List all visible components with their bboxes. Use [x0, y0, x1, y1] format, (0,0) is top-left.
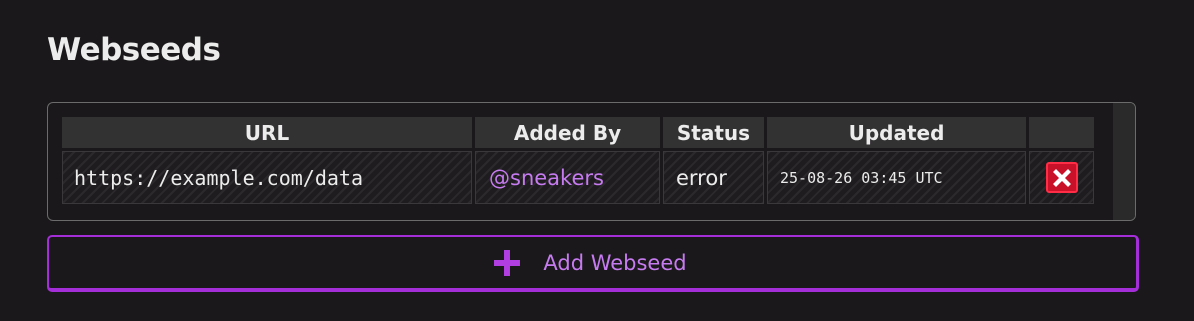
x-icon — [1052, 168, 1071, 187]
column-header-actions — [1029, 117, 1094, 148]
plus-icon — [494, 249, 521, 276]
cell-url: https://example.com/data — [62, 151, 472, 204]
cell-updated: 25-08-26 03:45 UTC — [767, 151, 1026, 204]
section-title: Webseeds — [47, 32, 221, 68]
user-link[interactable]: @sneakers — [476, 166, 659, 190]
webseeds-table-container: URL Added By Status Updated https://exam… — [47, 102, 1136, 221]
cell-actions — [1029, 151, 1094, 204]
delete-webseed-button[interactable] — [1045, 162, 1078, 193]
column-header-url: URL — [62, 117, 472, 148]
add-webseed-label: Add Webseed — [543, 250, 687, 275]
column-header-updated: Updated — [767, 117, 1026, 148]
table-header-row: URL Added By Status Updated — [62, 117, 1094, 148]
add-webseed-button[interactable]: Add Webseed — [47, 235, 1139, 292]
delete-wrapper — [1030, 162, 1093, 193]
column-header-status: Status — [663, 117, 764, 148]
add-webseed-content: Add Webseed — [494, 249, 687, 276]
table-scrollbar[interactable] — [1113, 103, 1135, 220]
column-header-added-by: Added By — [475, 117, 660, 148]
webseed-url: https://example.com/data — [74, 165, 363, 190]
updated-timestamp: 25-08-26 03:45 UTC — [780, 168, 943, 187]
table-row: https://example.com/data @sneakers error… — [62, 151, 1094, 204]
webseeds-table: URL Added By Status Updated https://exam… — [59, 114, 1097, 207]
cell-added-by: @sneakers — [475, 151, 660, 204]
cell-status: error — [663, 151, 764, 204]
status-text: error — [676, 165, 727, 190]
